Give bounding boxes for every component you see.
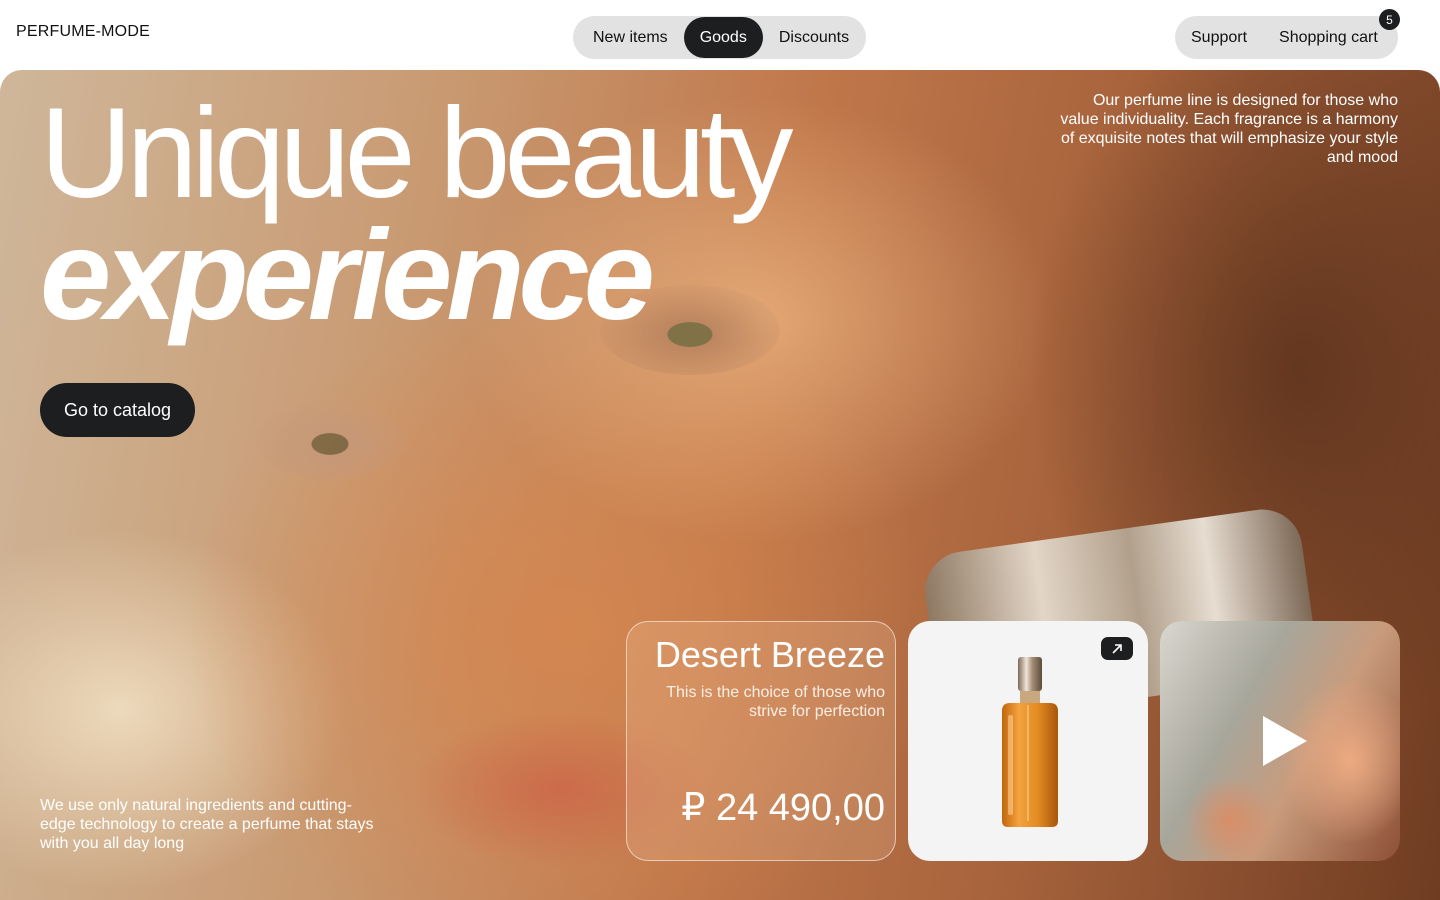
product-image-card[interactable] [908, 621, 1148, 861]
go-to-catalog-button[interactable]: Go to catalog [40, 383, 196, 437]
product-info-card[interactable]: Desert Breeze This is the choice of thos… [626, 621, 896, 861]
product-price: ₽ 24 490,00 [681, 787, 885, 829]
nav-discounts[interactable]: Discounts [763, 17, 865, 58]
arrow-up-right-icon[interactable] [1101, 637, 1133, 660]
play-icon[interactable] [1263, 716, 1307, 766]
cart-count-badge: 5 [1379, 9, 1400, 30]
perfume-bottle-image [1002, 657, 1058, 827]
nav-new-items[interactable]: New items [577, 17, 684, 58]
support-link[interactable]: Support [1175, 17, 1263, 58]
user-nav: Support Shopping cart [1175, 16, 1398, 59]
ingredients-note: We use only natural ingredients and cutt… [40, 797, 374, 852]
product-name: Desert Breeze [654, 634, 885, 675]
logo[interactable]: PERFUME-MODE [16, 23, 150, 41]
headline-line-1: Unique beauty [40, 82, 793, 225]
product-description: This is the choice of those who strive f… [666, 684, 885, 720]
main-nav: New items Goods Discounts [573, 16, 866, 59]
shopping-cart-link[interactable]: Shopping cart [1263, 17, 1394, 58]
nav-goods[interactable]: Goods [683, 17, 763, 58]
hero-headline: Unique beauty experience [40, 82, 793, 347]
hero-banner: Unique beauty experience Our perfume lin… [0, 70, 1440, 900]
hero-image-eye-secondary [255, 400, 405, 480]
video-card[interactable] [1160, 621, 1400, 861]
hero-intro-text: Our perfume line is designed for those w… [1060, 92, 1398, 166]
headline-line-2: experience [40, 204, 655, 347]
